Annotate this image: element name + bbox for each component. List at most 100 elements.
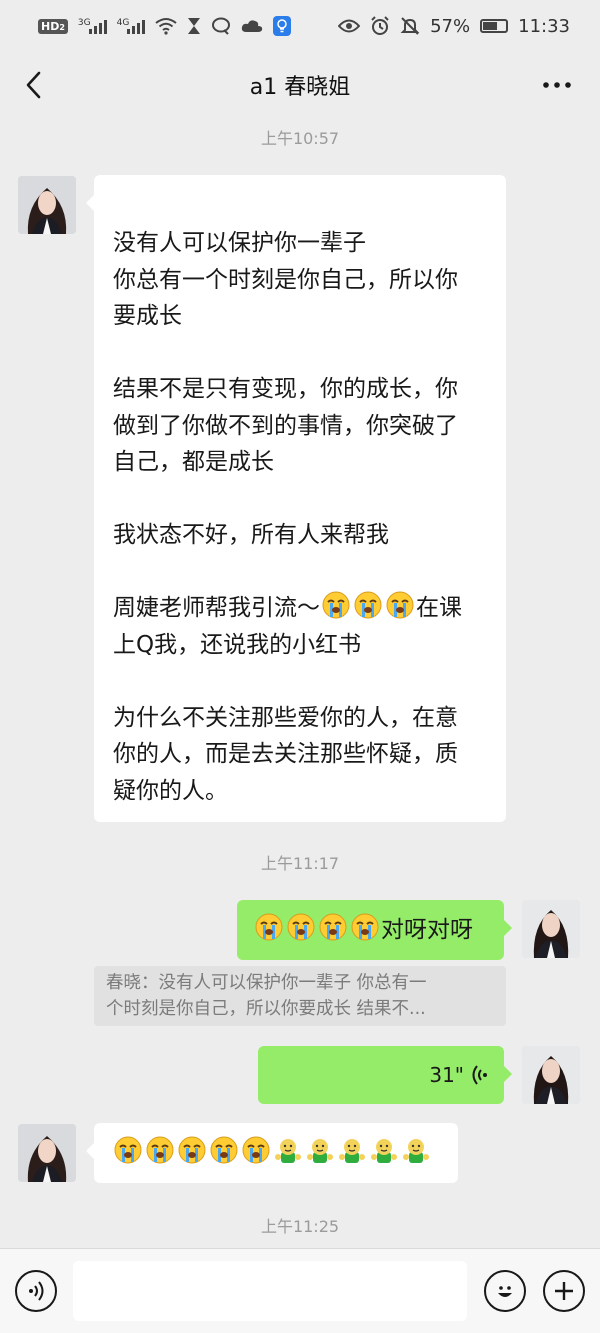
message-text: 在课 <box>416 595 462 621</box>
contact-avatar[interactable] <box>18 176 76 234</box>
crying-emoji-icon <box>384 591 416 621</box>
voice-duration: 31" <box>429 1062 464 1087</box>
wifi-icon <box>155 18 177 35</box>
crying-face-glyph <box>386 591 414 619</box>
hourglass-icon <box>188 18 201 34</box>
status-bar: HD2 3G 4G 57% 11:33 <box>0 0 600 52</box>
frog-glyph <box>371 1138 397 1163</box>
plus-button[interactable] <box>543 1270 585 1312</box>
message-paragraph: 为什么不关注那些爱你的人，在意 你的人，而是去关注那些怀疑，质 疑你的人。 <box>113 700 490 810</box>
crying-face-glyph <box>354 591 382 619</box>
frog-glyph <box>275 1138 301 1163</box>
more-button[interactable] <box>540 72 574 98</box>
message-paragraph: 结果不是只有变现，你的成长，你 做到了你做不到的事情，你突破了 自己，都是成长 <box>113 371 490 481</box>
crying-emoji-icon <box>352 591 384 621</box>
crying-face-glyph <box>178 1136 206 1164</box>
message-bubble-sent[interactable]: 对呀对呀 <box>237 900 512 960</box>
message-line: 要成长 <box>113 303 182 329</box>
self-avatar[interactable] <box>522 900 580 958</box>
input-bar <box>0 1248 600 1333</box>
plus-icon <box>555 1282 573 1300</box>
bulb-icon <box>273 16 292 36</box>
crying-emoji-icon <box>349 912 381 949</box>
crying-face-glyph <box>287 913 315 941</box>
crying-emoji-icon <box>176 1135 208 1172</box>
frog-sticker-icon <box>336 1135 368 1172</box>
crying-face-glyph <box>322 591 350 619</box>
chat-bubble-icon <box>212 17 231 35</box>
message-paragraph: 没有人可以保护你一辈子 你总有一个时刻是你自己，所以你 要成长 <box>113 225 490 335</box>
timestamp: 上午11:17 <box>260 854 340 873</box>
hd-icon: HD2 <box>38 18 68 34</box>
message-line: 为什么不关注那些爱你的人，在意 <box>113 704 458 731</box>
message-line: 疑你的人。 <box>113 777 228 804</box>
frog-glyph <box>307 1138 333 1163</box>
message-line: 自己，都是成长 <box>113 449 274 475</box>
alarm-icon <box>371 16 389 35</box>
frog-sticker-icon <box>368 1135 400 1172</box>
signal-icon: 4G <box>117 18 146 34</box>
frog-glyph <box>339 1138 365 1163</box>
mute-icon <box>400 17 420 35</box>
crying-emoji-icon <box>253 912 285 949</box>
contact-avatar[interactable] <box>18 1124 76 1182</box>
emoji-button[interactable] <box>484 1270 526 1312</box>
voice-wave-icon <box>472 1065 487 1085</box>
signal-icon: 3G <box>78 18 107 34</box>
more-dots-icon <box>543 82 571 88</box>
crying-emoji-icon <box>285 912 317 949</box>
crying-face-glyph <box>351 913 379 941</box>
self-avatar[interactable] <box>522 1046 580 1104</box>
quoted-reply[interactable]: 春晓：没有人可以保护你一辈子 你总有一 个时刻是你自己，所以你要成长 结果不..… <box>94 966 506 1026</box>
crying-face-glyph <box>114 1136 142 1164</box>
frog-sticker-icon <box>272 1135 304 1172</box>
message-line: 上Q我，还说我的小红书 <box>113 631 362 658</box>
message-bubble-received[interactable] <box>86 1123 458 1183</box>
message-line: 我状态不好，所有人来帮我 <box>113 522 389 548</box>
chevron-left-icon <box>26 71 41 99</box>
status-time: 11:33 <box>518 15 570 37</box>
quote-line: 个时刻是你自己，所以你要成长 结果不... <box>106 999 426 1019</box>
crying-emoji-icon <box>240 1135 272 1172</box>
back-button[interactable] <box>18 68 48 102</box>
crying-face-glyph <box>255 913 283 941</box>
message-line: 你的人，而是去关注那些怀疑，质 <box>113 741 458 767</box>
message-text: 对呀对呀 <box>381 916 473 943</box>
message-line: 周婕老师帮我引流～ 在课 <box>113 590 490 627</box>
timestamp: 上午11:25 <box>260 1217 340 1236</box>
message-bubble-received[interactable]: 没有人可以保护你一辈子 你总有一个时刻是你自己，所以你 要成长 结果不是只有变现… <box>86 175 506 822</box>
crying-emoji-icon <box>317 912 349 949</box>
quote-line: 春晓：没有人可以保护你一辈子 你总有一 <box>106 973 427 993</box>
message-line: 做到了你做不到的事情，你突破了 <box>113 412 458 439</box>
message-paragraph: 我状态不好，所有人来帮我 <box>113 517 490 554</box>
message-input[interactable] <box>73 1261 467 1321</box>
cloud-icon <box>242 20 263 32</box>
voice-message-bubble[interactable]: 31" <box>258 1046 512 1104</box>
message-line: 结果不是只有变现，你的成长，你 <box>113 376 458 402</box>
eye-icon <box>338 19 361 33</box>
voice-input-icon <box>29 1281 44 1301</box>
message-line: 没有人可以保护你一辈子 <box>113 230 366 256</box>
battery-percent: 57% <box>430 15 471 37</box>
crying-face-glyph <box>319 913 347 941</box>
crying-emoji-icon <box>144 1135 176 1172</box>
chat-header: a1 春晓姐 <box>0 52 600 118</box>
frog-glyph <box>403 1138 429 1163</box>
crying-face-glyph <box>146 1136 174 1164</box>
crying-face-glyph <box>210 1136 238 1164</box>
message-paragraph: 周婕老师帮我引流～ 在课 上Q我，还说我的小红书 <box>113 590 490 663</box>
battery-icon <box>480 19 509 33</box>
frog-sticker-icon <box>304 1135 336 1172</box>
crying-emoji-icon <box>208 1135 240 1172</box>
message-line: 你总有一个时刻是你自己，所以你 <box>113 266 458 293</box>
crying-emoji-icon <box>112 1135 144 1172</box>
crying-face-glyph <box>242 1136 270 1164</box>
message-text: 周婕老师帮我引流～ <box>113 595 320 621</box>
chat-title: a1 春晓姐 <box>249 75 351 100</box>
emoji-icon <box>498 1286 512 1297</box>
frog-sticker-icon <box>400 1135 432 1172</box>
crying-emoji-icon <box>320 591 352 621</box>
status-right: 57% 11:33 <box>338 16 570 37</box>
voice-input-button[interactable] <box>15 1270 57 1312</box>
status-left: HD2 3G 4G <box>38 16 292 36</box>
